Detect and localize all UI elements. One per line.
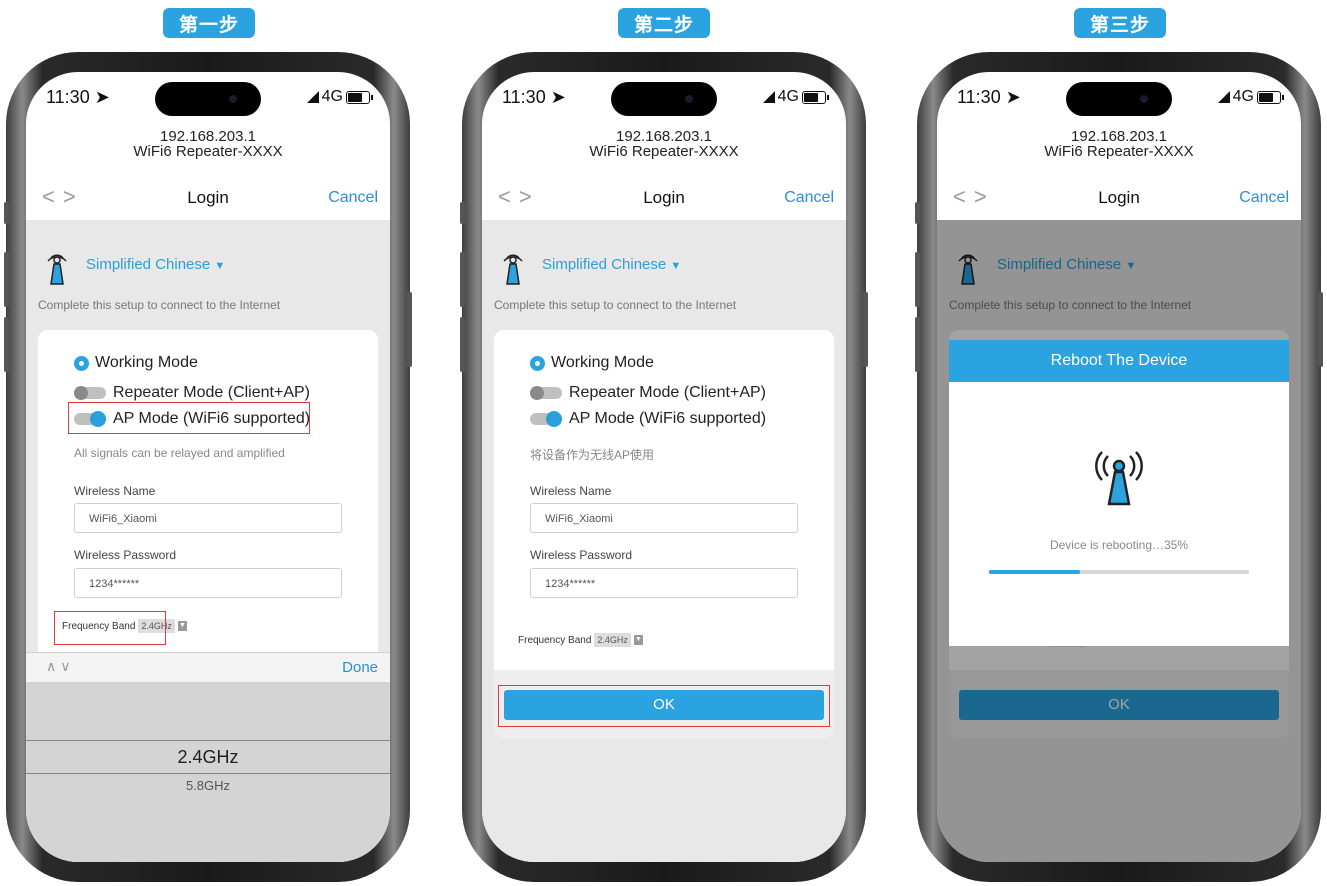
repeater-mode-toggle[interactable]: Repeater Mode (Client+AP) <box>530 384 766 402</box>
wireless-name-input[interactable]: WiFi6_Xiaomi <box>530 503 798 533</box>
toggle-off-icon <box>74 386 106 400</box>
dynamic-island <box>155 82 261 116</box>
page-host-title: WiFi6 Repeater-XXXX <box>589 143 739 160</box>
location-arrow-icon: ➤ <box>1005 87 1021 107</box>
frequency-picker[interactable]: 2.4GHz 5.8GHz <box>26 682 390 862</box>
setup-hint: Complete this setup to connect to the In… <box>494 298 737 312</box>
mode-description: All signals can be relayed and amplified <box>74 446 285 460</box>
screen: 11:30 ➤ 4G 192.168.203.1 WiFi6 Repeater-… <box>482 72 846 862</box>
url-text: 192.168.203.1 <box>160 128 256 145</box>
network-type: 4G <box>1232 88 1254 105</box>
status-icons: 4G <box>306 88 373 106</box>
screen: 11:30 ➤ 4G 192.168.203.1 WiFi6 Repeater-… <box>937 72 1301 862</box>
caret-down-icon: ▼ <box>670 260 682 272</box>
dynamic-island <box>1066 82 1172 116</box>
signal-icon <box>762 91 775 103</box>
wireless-name-input[interactable]: WiFi6_Xiaomi <box>74 503 342 533</box>
wireless-password-label: Wireless Password <box>74 548 177 562</box>
reboot-status-text: Device is rebooting…35% <box>1049 538 1189 552</box>
battery-icon <box>802 90 829 104</box>
nav-bar: <> Login Cancel <box>937 180 1301 220</box>
working-mode-heading: Working Mode <box>74 354 198 372</box>
dynamic-island <box>611 82 717 116</box>
battery-icon <box>346 90 373 104</box>
caret-down-icon: ▼ <box>214 260 226 272</box>
dialog-title: Reboot The Device <box>949 340 1289 382</box>
network-type: 4G <box>777 88 799 105</box>
wireless-name-label: Wireless Name <box>74 484 156 498</box>
status-time: 11:30 ➤ <box>957 87 1021 107</box>
wifi-tower-icon <box>503 254 523 285</box>
reboot-dialog: Reboot The Device Device is rebooting…35… <box>949 340 1289 646</box>
cancel-button[interactable]: Cancel <box>1239 189 1289 207</box>
cancel-button[interactable]: Cancel <box>784 189 834 207</box>
reboot-progress-bar <box>989 570 1249 574</box>
step-3-label: 第三步 <box>1074 8 1166 38</box>
repeater-mode-toggle[interactable]: Repeater Mode (Client+AP) <box>74 384 310 402</box>
working-mode-icon <box>530 355 545 371</box>
wireless-password-label: Wireless Password <box>530 548 633 562</box>
step-1-label: 第一步 <box>163 8 255 38</box>
signal-icon <box>306 91 319 103</box>
status-icons: 4G <box>762 88 829 106</box>
status-icons: 4G <box>1217 88 1284 106</box>
working-mode-icon <box>74 355 89 371</box>
toggle-on-icon <box>530 411 562 427</box>
highlight-ok-button <box>498 685 830 727</box>
picker-option-selected[interactable]: 2.4GHz <box>26 740 390 774</box>
done-button[interactable]: Done <box>342 659 378 676</box>
highlight-ap-mode <box>68 402 310 434</box>
status-time: 11:30 ➤ <box>46 87 110 107</box>
highlight-frequency-band <box>54 611 166 645</box>
url-text: 192.168.203.1 <box>1071 128 1167 145</box>
setup-hint: Complete this setup to connect to the In… <box>38 298 281 312</box>
battery-icon <box>1257 90 1284 104</box>
page-body: Simplified Chinese ▼ Complete this setup… <box>26 220 390 862</box>
status-time: 11:30 ➤ <box>502 87 566 107</box>
mode-description: 将设备作为无线AP使用 <box>530 448 655 462</box>
nav-bar: <> Login Cancel <box>482 180 846 220</box>
screen: 11:30 ➤ 4G 192.168.203.1 WiFi6 Repeater-… <box>26 72 390 862</box>
phone-step-3: 11:30 ➤ 4G 192.168.203.1 WiFi6 Repeater-… <box>915 52 1323 882</box>
phone-step-2: 11:30 ➤ 4G 192.168.203.1 WiFi6 Repeater-… <box>460 52 868 882</box>
wifi-tower-icon <box>47 254 67 285</box>
picker-option[interactable]: 5.8GHz <box>26 778 390 793</box>
progress-fill <box>989 570 1080 574</box>
wireless-name-label: Wireless Name <box>530 484 612 498</box>
url-text: 192.168.203.1 <box>616 128 712 145</box>
address-bar: 192.168.203.1 WiFi6 Repeater-XXXX <box>937 129 1301 159</box>
ap-mode-toggle[interactable]: AP Mode (WiFi6 supported) <box>530 410 766 428</box>
wifi-tower-icon <box>1095 451 1143 506</box>
field-nav-arrows[interactable]: ∧∨ <box>46 658 75 675</box>
frequency-band-select[interactable]: Frequency Band 2.4GHz ▼ <box>518 633 643 647</box>
address-bar: 192.168.203.1 WiFi6 Repeater-XXXX <box>26 129 390 159</box>
phone-step-1: 11:30 ➤ 4G 192.168.203.1 WiFi6 Repeater-… <box>4 52 412 882</box>
dropdown-icon: ▼ <box>177 621 187 631</box>
location-arrow-icon: ➤ <box>550 87 566 107</box>
location-arrow-icon: ➤ <box>94 87 110 107</box>
language-select[interactable]: Simplified Chinese ▼ <box>86 256 225 273</box>
working-mode-heading: Working Mode <box>530 354 654 372</box>
address-bar: 192.168.203.1 WiFi6 Repeater-XXXX <box>482 129 846 159</box>
toggle-off-icon <box>530 386 562 400</box>
page-host-title: WiFi6 Repeater-XXXX <box>1044 143 1194 160</box>
nav-bar: <> Login Cancel <box>26 180 390 220</box>
page-body: Simplified Chinese ▼ Complete this setup… <box>482 220 846 862</box>
signal-icon <box>1217 91 1230 103</box>
network-type: 4G <box>321 88 343 105</box>
dropdown-icon: ▼ <box>633 635 643 645</box>
step-2-label: 第二步 <box>618 8 710 38</box>
wireless-password-input[interactable]: 1234****** <box>530 568 798 598</box>
page-host-title: WiFi6 Repeater-XXXX <box>133 143 283 160</box>
cancel-button[interactable]: Cancel <box>328 189 378 207</box>
keyboard-accessory-bar: ∧∨ Done <box>26 652 390 683</box>
wireless-password-input[interactable]: 1234****** <box>74 568 342 598</box>
language-select[interactable]: Simplified Chinese ▼ <box>542 256 681 273</box>
settings-card: Working Mode Repeater Mode (Client+AP) A… <box>494 330 834 670</box>
